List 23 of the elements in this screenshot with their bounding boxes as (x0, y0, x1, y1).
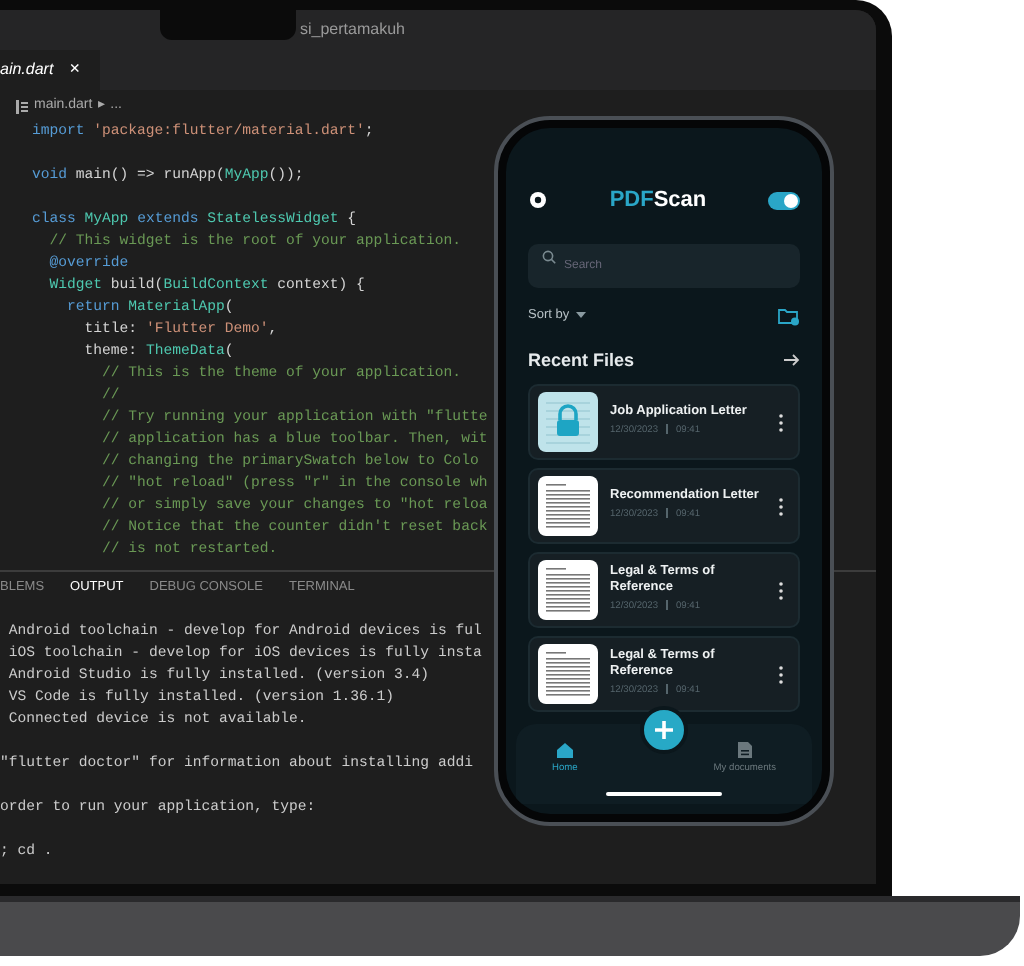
settings-icon[interactable] (528, 190, 548, 211)
caret-icon (575, 312, 586, 318)
window-title: si_pertamakuh (300, 18, 405, 42)
arrow-right-icon[interactable] (784, 354, 800, 367)
file-icon (16, 99, 28, 113)
search-icon (542, 250, 556, 264)
app-title: PDFScan (609, 186, 707, 216)
more-icon[interactable] (778, 497, 784, 515)
document-icon (737, 742, 752, 758)
home-icon (555, 742, 574, 758)
locked-file-thumbnail (538, 392, 598, 452)
plus-icon (654, 720, 674, 740)
more-icon[interactable] (778, 665, 784, 683)
document-thumbnail (538, 560, 598, 620)
more-icon[interactable] (778, 581, 784, 599)
editor-tab[interactable]: ain.dart × (0, 50, 100, 90)
more-icon[interactable] (778, 413, 784, 431)
document-thumbnail (538, 476, 598, 536)
section-title: Recent Files (528, 347, 635, 373)
close-icon[interactable]: × (69, 56, 80, 84)
folder-settings-icon[interactable] (778, 305, 800, 325)
document-thumbnail (538, 644, 598, 704)
theme-toggle[interactable] (767, 191, 800, 210)
